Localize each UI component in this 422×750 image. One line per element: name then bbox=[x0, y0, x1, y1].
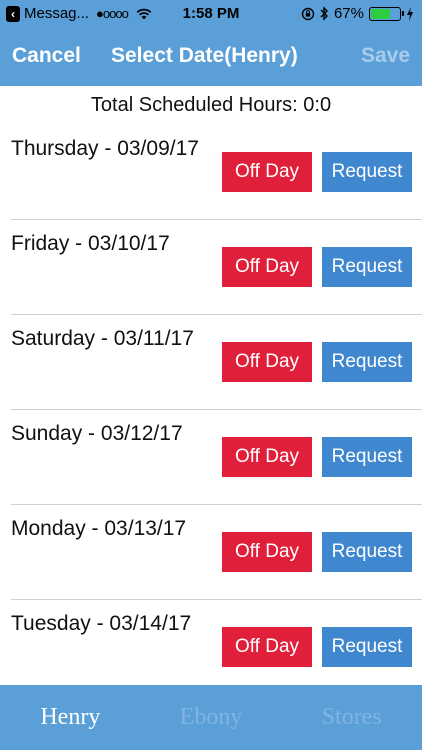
off-day-button[interactable]: Off Day bbox=[222, 532, 312, 572]
status-left: ‹ Messag... ●oooo bbox=[6, 5, 152, 22]
day-label: Monday - 03/13/17 bbox=[11, 517, 187, 540]
save-button[interactable]: Save bbox=[361, 44, 410, 68]
signal-strength-icon: ●oooo bbox=[96, 6, 129, 21]
tab-bar: Henry Ebony Stores bbox=[0, 685, 422, 750]
day-row: Sunday - 03/12/17 Off Day Request bbox=[0, 422, 422, 517]
day-row: Friday - 03/10/17 Off Day Request bbox=[0, 232, 422, 327]
day-row: Saturday - 03/11/17 Off Day Request bbox=[0, 327, 422, 422]
row-divider bbox=[11, 314, 422, 315]
day-label: Saturday - 03/11/17 bbox=[11, 327, 194, 350]
request-button[interactable]: Request bbox=[322, 627, 412, 667]
day-row: Thursday - 03/09/17 Off Day Request bbox=[0, 137, 422, 232]
charging-bolt-icon bbox=[407, 6, 413, 21]
battery-icon bbox=[369, 6, 404, 21]
request-button[interactable]: Request bbox=[322, 532, 412, 572]
day-label: Tuesday - 03/14/17 bbox=[11, 612, 192, 635]
tab-stores[interactable]: Stores bbox=[281, 685, 422, 750]
request-button[interactable]: Request bbox=[322, 342, 412, 382]
row-divider bbox=[11, 219, 422, 220]
off-day-button[interactable]: Off Day bbox=[222, 437, 312, 477]
status-bar: ‹ Messag... ●oooo 1:58 PM 67% bbox=[0, 0, 422, 30]
wifi-icon bbox=[136, 8, 152, 19]
off-day-button[interactable]: Off Day bbox=[222, 247, 312, 287]
request-button[interactable]: Request bbox=[322, 437, 412, 477]
request-button[interactable]: Request bbox=[322, 152, 412, 192]
total-scheduled-hours: Total Scheduled Hours: 0:0 bbox=[90, 94, 332, 116]
row-divider bbox=[11, 409, 422, 410]
page-title: Select Date(Henry) bbox=[111, 44, 298, 67]
battery-percent: 67% bbox=[333, 5, 364, 22]
status-right: 67% bbox=[301, 5, 414, 22]
day-label: Sunday - 03/12/17 bbox=[11, 422, 183, 445]
tab-ebony[interactable]: Ebony bbox=[141, 685, 282, 750]
off-day-button[interactable]: Off Day bbox=[222, 627, 312, 667]
day-label: Thursday - 03/09/17 bbox=[11, 137, 199, 160]
navigation-bar: Cancel Select Date(Henry) Save bbox=[0, 30, 422, 86]
off-day-button[interactable]: Off Day bbox=[222, 152, 312, 192]
row-divider bbox=[11, 504, 422, 505]
off-day-button[interactable]: Off Day bbox=[222, 342, 312, 382]
row-divider bbox=[11, 599, 422, 600]
cancel-button[interactable]: Cancel bbox=[12, 44, 81, 68]
bluetooth-icon bbox=[320, 6, 328, 21]
back-to-app-icon[interactable]: ‹ bbox=[6, 5, 20, 22]
day-label: Friday - 03/10/17 bbox=[11, 232, 170, 255]
back-app-label[interactable]: Messag... bbox=[24, 5, 89, 22]
day-row: Monday - 03/13/17 Off Day Request bbox=[0, 517, 422, 612]
request-button[interactable]: Request bbox=[322, 247, 412, 287]
tab-henry[interactable]: Henry bbox=[0, 685, 141, 750]
battery-level-fill bbox=[371, 8, 390, 19]
orientation-lock-icon bbox=[301, 7, 315, 20]
